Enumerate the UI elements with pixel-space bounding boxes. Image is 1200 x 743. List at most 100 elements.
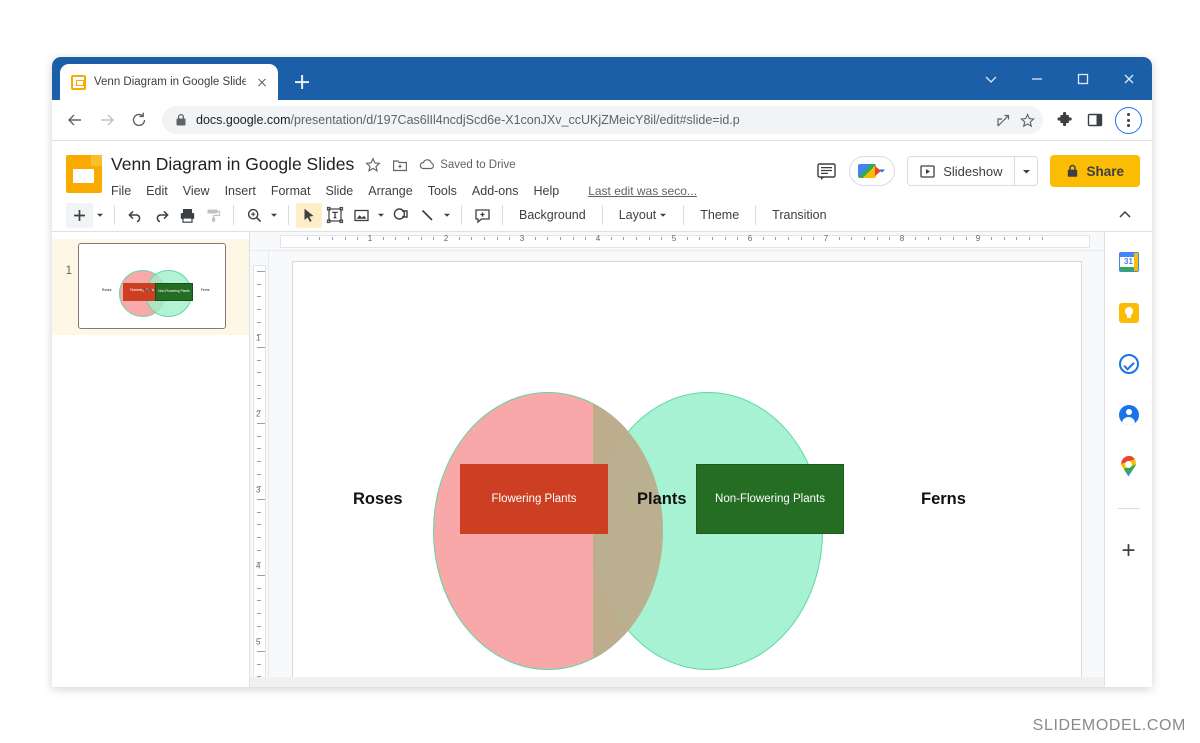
hruler-tick-7: 7 bbox=[823, 234, 829, 243]
url-text: docs.google.com/presentation/d/197Cas6lI… bbox=[196, 113, 987, 127]
document-title[interactable]: Venn Diagram in Google Slides bbox=[111, 154, 354, 175]
line-dropdown-icon[interactable] bbox=[440, 211, 454, 219]
menu-tools[interactable]: Tools bbox=[428, 184, 457, 198]
image-icon[interactable] bbox=[348, 203, 374, 228]
menu-view[interactable]: View bbox=[183, 184, 210, 198]
image-dropdown-icon[interactable] bbox=[374, 211, 388, 219]
theme-button[interactable]: Theme bbox=[691, 208, 748, 222]
slideshow-group: Slideshow bbox=[907, 156, 1039, 186]
lock-icon bbox=[1068, 164, 1078, 177]
menu-format[interactable]: Format bbox=[271, 184, 311, 198]
slideshow-label: Slideshow bbox=[943, 163, 1003, 179]
menu-arrange[interactable]: Arrange bbox=[368, 184, 412, 198]
browser-tab[interactable]: Venn Diagram in Google Slides - bbox=[60, 64, 278, 100]
text-box-icon[interactable] bbox=[322, 203, 348, 228]
new-slide-button[interactable] bbox=[66, 202, 93, 228]
horizontal-ruler[interactable]: 1 2 3 4 5 6 7 8 9 bbox=[250, 232, 1104, 251]
venn-right-box-label: Non-Flowering Plants bbox=[715, 493, 825, 505]
hruler-tick-1: 1 bbox=[367, 234, 373, 243]
menu-help[interactable]: Help bbox=[533, 184, 559, 198]
new-slide-dropdown-icon[interactable] bbox=[93, 211, 107, 219]
slideshow-button[interactable]: Slideshow bbox=[907, 156, 1016, 186]
menu-add-ons[interactable]: Add-ons bbox=[472, 184, 519, 198]
share-label: Share bbox=[1086, 163, 1124, 179]
lock-icon bbox=[175, 113, 187, 127]
horizontal-scrollbar[interactable] bbox=[250, 677, 1104, 687]
print-icon[interactable] bbox=[174, 203, 200, 228]
add-comment-icon[interactable] bbox=[469, 203, 495, 228]
slideshow-dropdown-icon[interactable] bbox=[1015, 156, 1039, 186]
menu-file[interactable]: File bbox=[111, 184, 131, 198]
slide-thumbnail[interactable]: Flowering Plants Non-Flowering Plants Ro… bbox=[78, 243, 226, 329]
star-icon[interactable] bbox=[365, 156, 381, 173]
menu-insert[interactable]: Insert bbox=[225, 184, 256, 198]
url-path: /presentation/d/197Cas6lIl4ncdjScd6e-X1c… bbox=[290, 113, 740, 127]
google-maps-icon[interactable] bbox=[1117, 454, 1141, 478]
share-button[interactable]: Share bbox=[1050, 155, 1140, 187]
close-icon[interactable] bbox=[1106, 57, 1152, 100]
new-tab-button[interactable] bbox=[288, 68, 316, 96]
filmstrip-slide-1[interactable]: 1 Flowering Plants Non-Flowering Plants … bbox=[52, 239, 249, 335]
extensions-puzzle-icon[interactable] bbox=[1051, 106, 1079, 134]
back-arrow-icon[interactable] bbox=[60, 105, 90, 135]
paint-format-icon[interactable] bbox=[200, 203, 226, 228]
undo-icon[interactable] bbox=[122, 203, 148, 228]
save-status-text: Saved to Drive bbox=[440, 158, 516, 171]
venn-label-ferns[interactable]: Ferns bbox=[921, 490, 966, 509]
watermark: SLIDEMODEL.COM bbox=[1032, 717, 1186, 734]
page-root: Venn Diagram in Google Slides - docs.goo… bbox=[0, 0, 1200, 743]
chevron-up-icon[interactable] bbox=[1112, 203, 1138, 228]
venn-label-roses[interactable]: Roses bbox=[353, 490, 403, 509]
transition-button[interactable]: Transition bbox=[763, 208, 835, 222]
window-controls bbox=[968, 57, 1152, 100]
venn-right-box[interactable]: Non-Flowering Plants bbox=[696, 464, 844, 534]
google-calendar-icon[interactable]: 31 bbox=[1117, 250, 1141, 274]
meet-button[interactable] bbox=[849, 156, 896, 186]
menu-edit[interactable]: Edit bbox=[146, 184, 168, 198]
menu-slide[interactable]: Slide bbox=[325, 184, 353, 198]
hruler-tick-8: 8 bbox=[899, 234, 905, 243]
maximize-icon[interactable] bbox=[1060, 57, 1106, 100]
venn-left-box[interactable]: Flowering Plants bbox=[460, 464, 608, 534]
slide-canvas[interactable]: Flowering Plants Non-Flowering Plants Ro… bbox=[292, 261, 1082, 687]
menu-bar: File Edit View Insert Format Slide Arran… bbox=[111, 180, 816, 202]
line-icon[interactable] bbox=[414, 203, 440, 228]
vertical-ruler[interactable]: 1 2 3 4 5 bbox=[250, 251, 269, 687]
tab-close-icon[interactable] bbox=[254, 74, 270, 90]
header-actions: Slideshow Share bbox=[816, 155, 1140, 187]
layout-button[interactable]: Layout bbox=[610, 208, 677, 222]
venn-label-plants[interactable]: Plants bbox=[637, 490, 687, 509]
chrome-menu-icon[interactable] bbox=[1115, 106, 1142, 134]
forward-arrow-icon[interactable] bbox=[92, 105, 122, 135]
background-button[interactable]: Background bbox=[510, 208, 595, 222]
comment-history-icon[interactable] bbox=[816, 161, 837, 182]
side-panel-icon[interactable] bbox=[1081, 106, 1109, 134]
hruler-tick-2: 2 bbox=[443, 234, 449, 243]
star-icon[interactable] bbox=[1020, 112, 1035, 128]
slide-number: 1 bbox=[65, 265, 72, 277]
minimize-icon[interactable] bbox=[1014, 57, 1060, 100]
address-bar[interactable]: docs.google.com/presentation/d/197Cas6lI… bbox=[162, 106, 1043, 134]
browser-window: Venn Diagram in Google Slides - docs.goo… bbox=[52, 57, 1152, 687]
cursor-arrow-icon[interactable] bbox=[296, 202, 322, 228]
google-keep-icon[interactable] bbox=[1117, 301, 1141, 325]
hruler-tick-6: 6 bbox=[747, 234, 753, 243]
play-box-icon bbox=[920, 164, 935, 178]
shape-icon[interactable] bbox=[388, 203, 414, 228]
zoom-dropdown-icon[interactable] bbox=[267, 211, 281, 219]
add-side-panel-app-button[interactable]: + bbox=[1117, 539, 1141, 563]
layout-label: Layout bbox=[618, 208, 657, 222]
move-to-folder-icon[interactable] bbox=[392, 157, 408, 173]
hruler-tick-4: 4 bbox=[595, 234, 601, 243]
hruler-tick-3: 3 bbox=[519, 234, 525, 243]
chevron-down-icon[interactable] bbox=[968, 57, 1014, 100]
last-edit-link[interactable]: Last edit was seco... bbox=[588, 184, 697, 198]
redo-icon[interactable] bbox=[148, 203, 174, 228]
google-contacts-icon[interactable] bbox=[1117, 403, 1141, 427]
title-block: Venn Diagram in Google Slides Saved to D… bbox=[111, 151, 816, 202]
share-icon[interactable] bbox=[996, 113, 1011, 128]
venn-left-box-label: Flowering Plants bbox=[491, 493, 577, 505]
google-tasks-icon[interactable] bbox=[1117, 352, 1141, 376]
reload-icon[interactable] bbox=[124, 105, 154, 135]
zoom-icon[interactable] bbox=[241, 203, 267, 228]
